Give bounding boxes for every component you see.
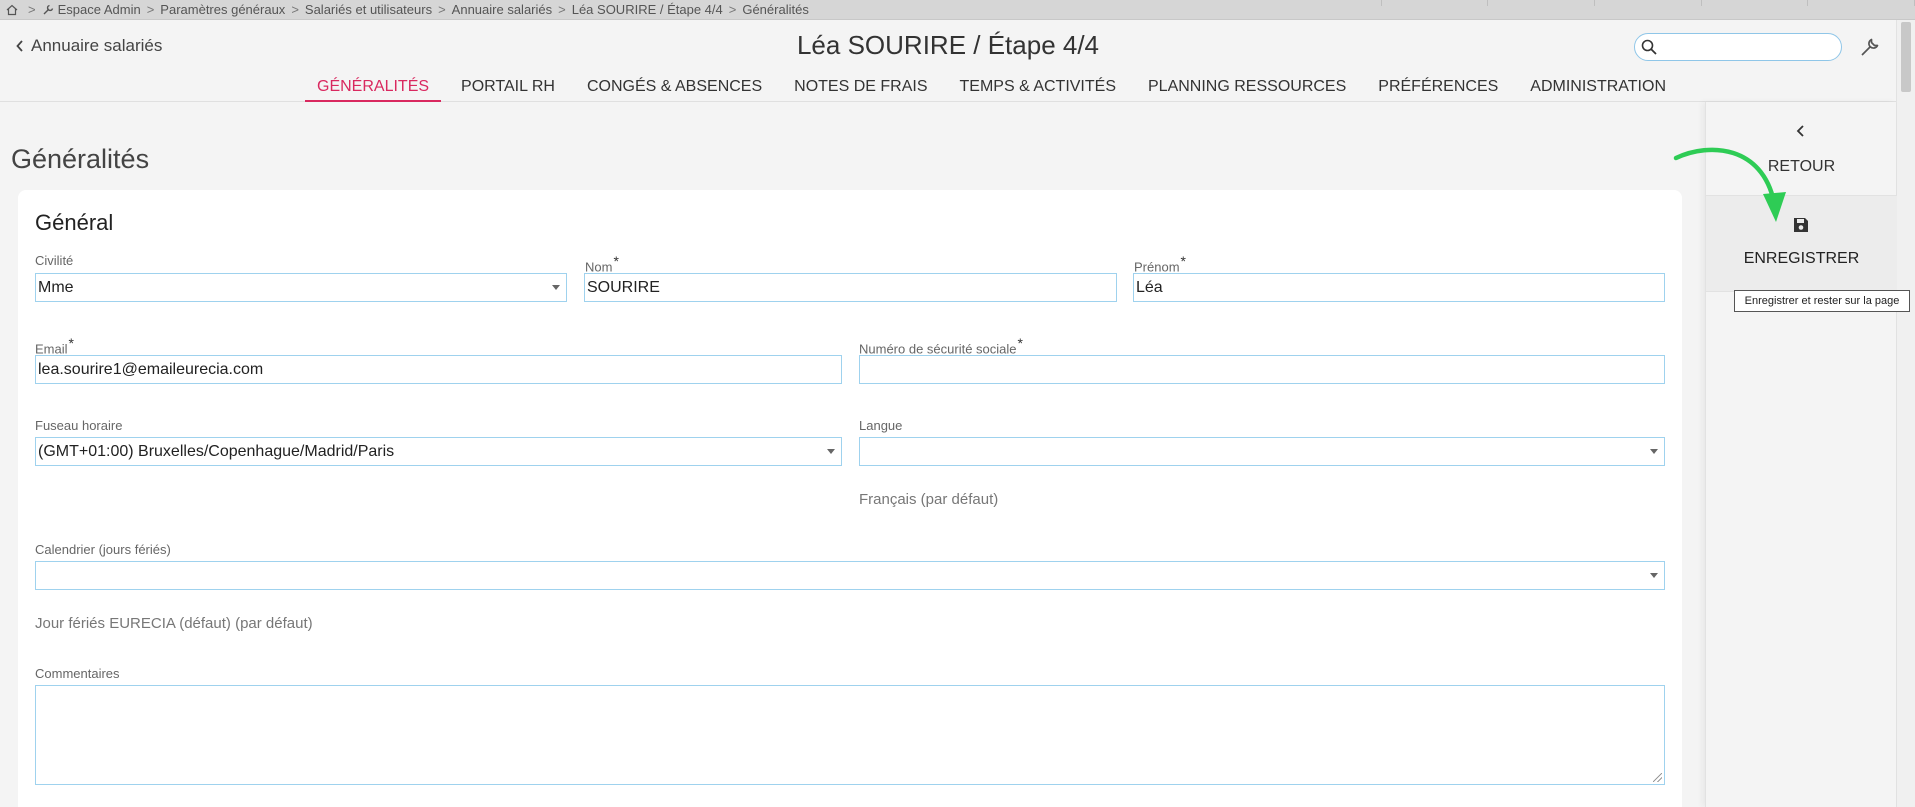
commentaires-label: Commentaires [35,666,120,681]
chevron-down-icon [1650,449,1658,454]
email-value: lea.sourire1@emaileurecia.com [38,360,264,378]
breadcrumb-separator: > [728,2,737,17]
breadcrumb-item-salaries[interactable]: Salariés et utilisateurs [305,2,432,17]
main-tabs: GÉNÉRALITÉS PORTAIL RH CONGÉS & ABSENCES… [305,77,1686,102]
tab-preferences[interactable]: PRÉFÉRENCES [1366,77,1510,102]
search-icon [1641,39,1657,55]
fuseau-select[interactable]: (GMT+01:00) Bruxelles/Copenhague/Madrid/… [35,437,842,466]
langue-select[interactable] [859,437,1665,466]
tab-generalites[interactable]: GÉNÉRALITÉS [305,77,442,102]
tab-notes-de-frais[interactable]: NOTES DE FRAIS [782,77,939,102]
tab-temps-activites[interactable]: TEMPS & ACTIVITÉS [948,77,1128,102]
civilite-label: Civilité [35,253,74,268]
calendrier-select[interactable] [35,561,1665,590]
breadcrumb-item-current: Généralités [742,2,809,17]
breadcrumb-separator: > [146,2,155,17]
civilite-value: Mme [38,278,74,296]
email-label: Email* [35,335,74,357]
prenom-value: Léa [1136,278,1163,296]
home-icon[interactable] [6,4,18,16]
calendrier-default-hint: Jour fériés EURECIA (défaut) (par défaut… [35,615,313,632]
save-tooltip: Enregistrer et rester sur la page [1734,290,1910,312]
breadcrumb-item-espace-admin[interactable]: Espace Admin [58,2,141,17]
chevron-down-icon [1650,573,1658,578]
nom-value: SOURIRE [587,278,660,296]
scrollbar-thumb[interactable] [1901,22,1911,92]
annotation-arrow-icon [1673,147,1786,222]
breadcrumb-ticks [1275,0,1915,6]
chevron-down-icon [827,449,835,454]
prenom-label: Prénom* [1134,253,1186,275]
wrench-icon [1861,38,1879,56]
page-header: Annuaire salariés Léa SOURIRE / Étape 4/… [0,20,1896,102]
fuseau-value: (GMT+01:00) Bruxelles/Copenhague/Madrid/… [38,442,395,460]
calendrier-label: Calendrier (jours fériés) [35,542,171,557]
required-marker: * [1180,253,1186,269]
breadcrumb: > Espace Admin > Paramètres généraux > S… [0,0,1915,20]
breadcrumb-separator: > [28,2,36,17]
breadcrumb-separator: > [558,2,566,17]
nom-input[interactable]: SOURIRE [584,273,1117,302]
settings-wrench-button[interactable] [1858,34,1882,60]
secu-input[interactable] [859,355,1665,384]
email-input[interactable]: lea.sourire1@emaileurecia.com [35,355,842,384]
langue-default-hint: Français (par défaut) [859,491,999,508]
card-title: Général [35,210,114,235]
breadcrumb-separator: > [438,2,446,17]
general-form-card: Général Civilité Mme Nom* SOURIRE Prénom… [18,190,1682,807]
wrench-icon [42,4,54,16]
enregistrer-label: ENREGISTRER [1743,250,1860,267]
search-input[interactable] [1661,39,1831,55]
nom-label: Nom* [585,253,619,275]
required-marker: * [1017,335,1023,351]
required-marker: * [613,253,619,269]
section-title: Généralités [11,144,150,174]
breadcrumb-item-employee[interactable]: Léa SOURIRE / Étape 4/4 [572,2,723,17]
tab-planning-ressources[interactable]: PLANNING RESSOURCES [1136,77,1358,102]
save-disk-icon [1794,218,1808,232]
prenom-input[interactable]: Léa [1133,273,1665,302]
secu-label: Numéro de sécurité sociale* [859,335,1023,357]
breadcrumb-separator: > [291,2,299,17]
search-box[interactable] [1634,33,1842,61]
page-scrollbar[interactable] [1896,20,1915,807]
tab-conges-absences[interactable]: CONGÉS & ABSENCES [575,77,774,102]
chevron-left-icon [1796,125,1804,137]
required-marker: * [68,335,74,351]
tab-portail-rh[interactable]: PORTAIL RH [449,77,567,102]
tab-administration[interactable]: ADMINISTRATION [1518,77,1678,102]
breadcrumb-item-annuaire[interactable]: Annuaire salariés [452,2,552,17]
resize-grip-icon[interactable] [1653,773,1662,782]
breadcrumb-item-parametres[interactable]: Paramètres généraux [160,2,285,17]
chevron-down-icon [552,285,560,290]
commentaires-textarea[interactable] [35,685,1665,785]
civilite-select[interactable]: Mme [35,273,567,302]
page-title: Léa SOURIRE / Étape 4/4 [796,30,1100,60]
langue-label: Langue [859,418,903,433]
fuseau-label: Fuseau horaire [35,418,123,433]
